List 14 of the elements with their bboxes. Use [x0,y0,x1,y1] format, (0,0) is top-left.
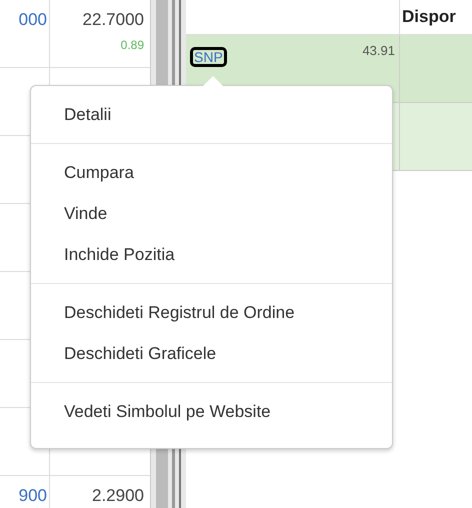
menu-item[interactable]: Vedeti Simbolul pe Website [31,391,392,432]
change-value: 0.89 [120,37,144,54]
menu-item[interactable]: Inchide Pozitia [31,234,392,275]
menu-item[interactable]: Cumpara [31,152,392,193]
symbol-link[interactable]: SNP [190,47,227,67]
menu-item[interactable]: Vinde [31,193,392,234]
column-header: Dispor [401,6,456,28]
table-cell: 22.7000 [82,10,144,30]
table-cell-text: 000 [18,10,47,31]
table-cell: 2.2900 [92,486,144,506]
menu-item[interactable]: Deschideti Graficele [31,333,392,374]
table-cell-text: 900 [18,486,47,507]
menu-item[interactable]: Deschideti Registrul de Ordine [31,292,392,333]
table-cell-text: 43.91 [362,42,395,60]
